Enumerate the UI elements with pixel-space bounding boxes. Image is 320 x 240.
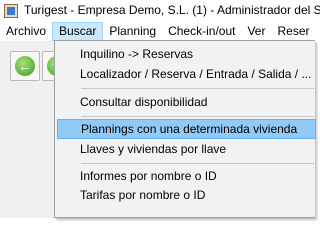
menu-check-in-out[interactable]: Check-in/out (162, 22, 241, 41)
back-button[interactable]: ← (10, 51, 40, 81)
menu-separator (81, 88, 314, 89)
menu-planning[interactable]: Planning (103, 22, 162, 41)
title-bar: Turigest - Empresa Demo, S.L. (1) - Admi… (0, 0, 320, 22)
menu-separator (81, 163, 314, 164)
app-icon (4, 4, 18, 18)
buscar-dropdown-menu: Inquilino -> Reservas Localizador / Rese… (54, 40, 316, 218)
menu-bar: Archivo Buscar Planning Check-in/out Ver… (0, 22, 315, 41)
window-title: Turigest - Empresa Demo, S.L. (1) - Admi… (24, 3, 320, 17)
menu-item-tarifas[interactable]: Tarifas por nombre o ID (57, 185, 316, 205)
menu-item-localizador[interactable]: Localizador / Reserva / Entrada / Salida… (57, 64, 316, 84)
menu-item-llaves-viviendas[interactable]: Llaves y viviendas por llave (57, 139, 316, 159)
menu-buscar[interactable]: Buscar (52, 22, 104, 41)
menu-archivo[interactable]: Archivo (0, 22, 52, 41)
green-arrow-left-icon: ← (15, 56, 35, 76)
menu-ver[interactable]: Ver (241, 22, 271, 41)
menu-item-plannings-vivienda[interactable]: Plannings con una determinada vivienda (57, 119, 316, 139)
menu-item-inquilino-reservas[interactable]: Inquilino -> Reservas (57, 44, 316, 64)
menu-item-informes[interactable]: Informes por nombre o ID (57, 166, 316, 186)
menu-reservas[interactable]: Reser (271, 22, 315, 41)
menu-separator (81, 116, 314, 117)
menu-item-consultar-disponibilidad[interactable]: Consultar disponibilidad (57, 92, 316, 112)
